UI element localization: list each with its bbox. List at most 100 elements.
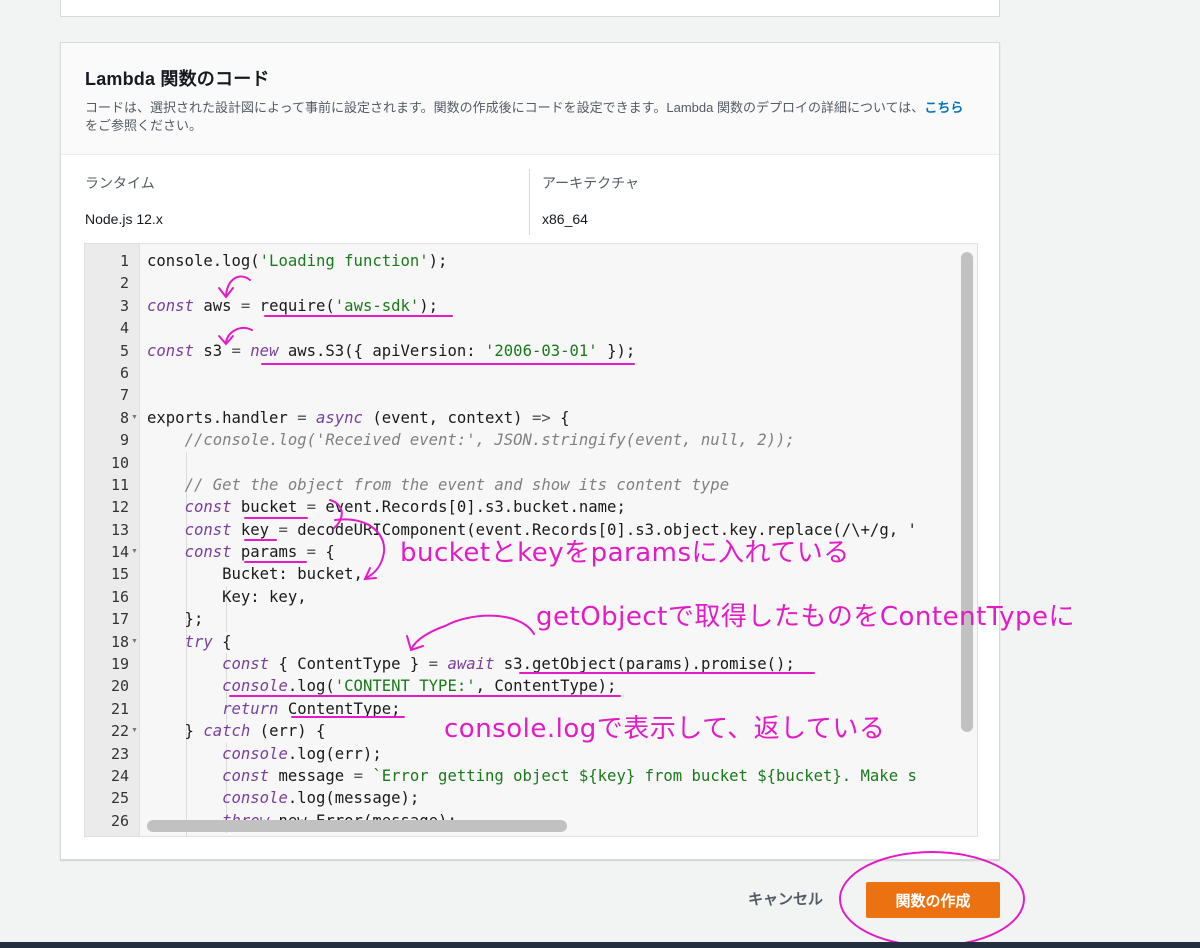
create-function-button[interactable]: 関数の作成 (866, 882, 1000, 918)
code-token: require( (250, 296, 335, 315)
code-token: = (278, 520, 288, 539)
code-token: return (222, 699, 279, 718)
fold-toggle-icon[interactable]: ▼ (131, 407, 138, 429)
code-token: exports.handler (147, 408, 298, 427)
code-token: params (231, 543, 307, 562)
architecture-label: アーキテクチャ (542, 175, 640, 191)
fold-toggle-icon[interactable]: ▼ (131, 631, 138, 653)
code-line: const { ContentType } = await s3.getObje… (147, 653, 959, 675)
vertical-scrollbar[interactable] (961, 252, 973, 732)
line-number: 4 (119, 319, 129, 338)
code-line: } catch (err) { (147, 720, 959, 742)
code-token: = (240, 296, 251, 315)
code-line: console.log('CONTENT TYPE:', ContentType… (147, 675, 959, 697)
line-number: 8 (119, 408, 129, 427)
code-token: { (212, 632, 232, 651)
code-token: const (184, 520, 232, 539)
line-number: 2 (119, 274, 129, 293)
form-actions: キャンセル 関数の作成 (0, 882, 1200, 922)
line-number: 12 (110, 498, 129, 517)
fold-toggle-icon[interactable]: ▼ (131, 541, 138, 563)
code-token: .log( (287, 677, 335, 696)
line-number: 20 (110, 677, 129, 696)
previous-card (60, 0, 1000, 17)
code-token: aws.S3({ apiVersion: (278, 341, 486, 360)
line-number: 24 (110, 766, 129, 785)
code-editor[interactable]: 1 2 3 4 5 6 7 8 ▼ 9 10 11 12 13 14 ▼ 15 16 17 18 ▼ 19 20 21 22 ▼ 2… (84, 243, 978, 837)
panel-description: コードは、選択された設計図によって事前に設定されます。関数の作成後にコードを設定… (85, 99, 975, 135)
code-token: = (297, 408, 307, 427)
code-token: 'aws-sdk' (334, 296, 420, 315)
panel-header: Lambda 関数のコード コードは、選択された設計図によって事前に設定されます… (61, 43, 999, 155)
code-line: console.log('Loading function'); (147, 250, 959, 272)
code-token: `Error getting object ${key} from bucket… (372, 766, 917, 785)
horizontal-scrollbar[interactable] (147, 820, 567, 832)
code-token: = (231, 341, 241, 360)
line-number: 7 (119, 386, 129, 405)
line-number: 11 (110, 475, 129, 494)
code-token: }; (147, 610, 204, 629)
code-line: const aws = require('aws-sdk'); (147, 295, 959, 317)
footer-bar (0, 942, 1200, 948)
code-token: { ContentType } (269, 655, 429, 674)
code-line: }; (147, 608, 959, 630)
code-token: { (550, 408, 570, 427)
line-number: 5 (119, 341, 129, 360)
code-token: const (222, 766, 270, 785)
code-token: .log(err); (287, 744, 382, 763)
code-line: return ContentType; (147, 698, 959, 720)
code-line: const s3 = new aws.S3({ apiVersion: '200… (147, 340, 959, 362)
code-token: new (250, 341, 279, 360)
line-number: 17 (110, 610, 129, 629)
code-line: const key = decodeURIComponent(event.Rec… (147, 519, 959, 541)
code-token: = (306, 498, 317, 517)
line-number: 6 (119, 363, 129, 382)
code-token: { (316, 543, 335, 562)
code-token: = (353, 766, 363, 785)
code-line: //console.log('Received event:', JSON.st… (147, 429, 959, 451)
code-token: async (316, 408, 363, 427)
cancel-button[interactable]: キャンセル (740, 882, 831, 918)
code-token: console (222, 677, 288, 696)
code-token: message (269, 766, 354, 785)
code-line: console.log(message); (147, 787, 959, 809)
code-token: Key: key, (147, 587, 307, 606)
runtime-label: ランタイム (85, 175, 155, 191)
code-token: await (447, 655, 495, 674)
code-line: Bucket: bucket, (147, 563, 959, 585)
code-line: const bucket = event.Records[0].s3.bucke… (147, 496, 959, 518)
line-number: 22 (110, 722, 129, 741)
code-token: Bucket: bucket, (147, 565, 363, 584)
line-number: 10 (110, 453, 129, 472)
code-token: // Get the object from the event and sho… (184, 475, 730, 494)
code-token: ); (419, 296, 439, 315)
architecture-value: x86_64 (542, 211, 588, 227)
code-token: } (147, 722, 204, 741)
code-area[interactable]: console.log('Loading function'); const aw… (147, 250, 959, 832)
runtime-field: ランタイム Node.js 12.x (85, 173, 163, 227)
code-token: key (231, 520, 279, 539)
code-line: exports.handler = async (event, context)… (147, 407, 959, 429)
code-token: const (184, 543, 232, 562)
docs-link[interactable]: こちら (924, 100, 963, 115)
line-number: 1 (119, 252, 129, 270)
code-token: => (531, 408, 551, 427)
line-numbers: 1 2 3 4 5 6 7 8 ▼ 9 10 11 12 13 14 ▼ 15 16 17 18 ▼ 19 20 21 22 ▼ 2… (85, 250, 138, 832)
line-number: 16 (110, 587, 129, 606)
fold-toggle-icon[interactable]: ▼ (131, 720, 138, 742)
code-token: '2006-03-01' (485, 341, 598, 360)
line-number: 25 (110, 789, 129, 808)
code-token: ContentType; (278, 699, 401, 718)
